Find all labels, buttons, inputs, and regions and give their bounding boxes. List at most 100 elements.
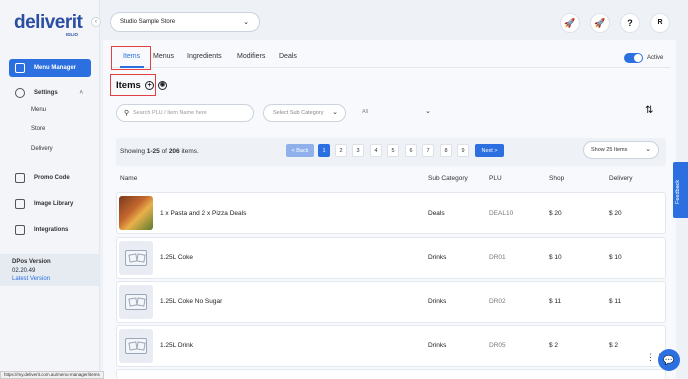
avatar[interactable]: R (650, 13, 670, 33)
item-shop-price: $ 11 (549, 298, 562, 305)
brand-sub: IDLIO (66, 32, 78, 37)
sidebar-item-label: Image Library (34, 201, 74, 207)
table-row[interactable] (116, 369, 666, 379)
table-row[interactable] (116, 237, 666, 279)
promo-icon (15, 173, 25, 183)
scan-icon[interactable]: ◉ (158, 81, 167, 90)
page-button-8[interactable]: 8 (440, 144, 452, 157)
help-icon[interactable]: ? (620, 13, 640, 33)
item-delivery-price: $ 10 (609, 254, 622, 261)
chevron-down-icon: ⌄ (332, 109, 338, 116)
tab-ingredients[interactable]: Ingredients (187, 53, 222, 60)
active-toggle[interactable] (624, 53, 643, 63)
chat-icon[interactable]: 💬 (658, 349, 680, 371)
page-button-4[interactable]: 4 (370, 144, 382, 157)
item-name: 1.25L Drink (160, 342, 193, 349)
table-row[interactable] (116, 325, 666, 367)
image-placeholder-icon (119, 241, 153, 275)
item-subcategory: Deals (428, 210, 445, 217)
tab-deals[interactable]: Deals (279, 53, 297, 60)
version-title: DPos Version (12, 259, 51, 265)
tab-modifiers[interactable]: Modifiers (237, 53, 265, 60)
column-header-shop[interactable]: Shop (549, 175, 564, 182)
rocket-icon[interactable]: 🚀 (560, 13, 580, 33)
item-name: 1 x Pasta and 2 x Pizza Deals (160, 210, 247, 217)
sidebar-item-promo-code[interactable]: Promo Code (9, 169, 91, 187)
page-button-9[interactable]: 9 (457, 144, 469, 157)
tab-menus[interactable]: Menus (153, 53, 174, 60)
status-bar-url: https://my.deliverit.com.au/menu-manager… (0, 371, 104, 379)
sidebar-item-image-library[interactable]: Image Library (9, 195, 91, 213)
sidebar-subitem-delivery[interactable]: Delivery (31, 146, 53, 152)
tabs-divider (110, 67, 670, 68)
item-subcategory: Drinks (428, 298, 447, 305)
column-header-delivery[interactable]: Delivery (609, 175, 632, 182)
subcategory-select[interactable]: Select Sub Category ⌄ (263, 104, 346, 122)
item-delivery-price: $ 20 (609, 210, 622, 217)
image-icon (15, 199, 25, 209)
sidebar-item-label: Integrations (34, 227, 69, 233)
sidebar: deliverit IDLIO ‹ Menu Manager Settings … (0, 0, 101, 379)
active-toggle-label: Active (647, 55, 664, 61)
collapse-sidebar-button[interactable]: ‹ (91, 17, 101, 27)
item-shop-price: $ 2 (549, 342, 559, 349)
page-button-7[interactable]: 7 (422, 144, 434, 157)
item-plu: DR02 (489, 298, 506, 305)
highlight-box-items-title (110, 74, 156, 96)
item-shop-price: $ 20 (549, 210, 562, 217)
item-thumbnail (119, 196, 153, 230)
highlight-box-items-tab (111, 46, 151, 70)
sidebar-item-label: Promo Code (34, 175, 70, 181)
page-button-2[interactable]: 2 (335, 144, 347, 157)
feedback-tab[interactable]: Feedback (673, 162, 688, 218)
store-select[interactable]: Studio Sample Store ⌄ (110, 12, 260, 32)
type-select[interactable]: All (362, 109, 368, 115)
sidebar-item-label: Settings (34, 90, 58, 96)
search-input[interactable]: ⚲ Search PLU / Item Name here (116, 104, 254, 122)
sidebar-item-integrations[interactable]: Integrations (9, 221, 91, 239)
feedback-label: Feedback (675, 179, 681, 204)
back-button[interactable]: < Back (286, 144, 314, 157)
next-button[interactable]: Next > (475, 144, 504, 157)
per-page-value: Show 25 Items (591, 147, 628, 153)
rocket-outline-icon[interactable]: 🚀 (590, 13, 610, 33)
per-page-select[interactable]: Show 25 Items ⌄ (583, 141, 659, 159)
column-header-plu[interactable]: PLU (489, 175, 502, 182)
chevron-up-icon: ˄ (79, 90, 83, 96)
sort-filter-icon[interactable]: ⇅ (645, 105, 653, 116)
item-subcategory: Drinks (428, 342, 447, 349)
item-delivery-price: $ 2 (609, 342, 619, 349)
menu-icon (15, 63, 25, 73)
brand-logo[interactable]: deliverit (14, 12, 83, 34)
item-shop-price: $ 10 (549, 254, 562, 261)
item-subcategory: Drinks (428, 254, 447, 261)
store-select-value: Studio Sample Store (120, 19, 176, 25)
integrations-icon (15, 225, 25, 235)
sidebar-item-menu-manager[interactable]: Menu Manager (9, 59, 91, 77)
page-button-3[interactable]: 3 (352, 144, 364, 157)
image-placeholder-icon (119, 329, 153, 363)
item-name: 1.25L Coke (160, 254, 194, 261)
search-icon: ⚲ (124, 110, 130, 117)
chevron-down-icon: ⌄ (645, 146, 651, 153)
item-plu: DR01 (489, 254, 506, 261)
version-number: 02.20.49 (12, 267, 36, 274)
sidebar-subitem-store[interactable]: Store (31, 126, 45, 132)
item-delivery-price: $ 11 (609, 298, 622, 305)
column-header-subcategory[interactable]: Sub Category (428, 175, 468, 182)
page-button-6[interactable]: 6 (405, 144, 417, 157)
sidebar-item-label: Menu Manager (34, 65, 77, 71)
image-placeholder-icon (119, 285, 153, 319)
search-placeholder: Search PLU / Item Name here (133, 110, 207, 116)
sidebar-subitem-menu[interactable]: Menu (31, 107, 46, 113)
chevron-down-icon[interactable]: ⌄ (425, 107, 431, 115)
latest-version-link[interactable]: Latest Version (12, 275, 99, 284)
gear-icon (15, 88, 25, 98)
sidebar-item-settings[interactable]: Settings ˄ (9, 84, 91, 102)
item-plu: DEAL10 (489, 210, 514, 217)
item-plu: DR05 (489, 342, 506, 349)
column-header-name[interactable]: Name (120, 175, 137, 182)
showing-count: Showing 1-25 of 206 items. (120, 148, 199, 155)
page-button-1[interactable]: 1 (318, 144, 330, 157)
page-button-5[interactable]: 5 (387, 144, 399, 157)
